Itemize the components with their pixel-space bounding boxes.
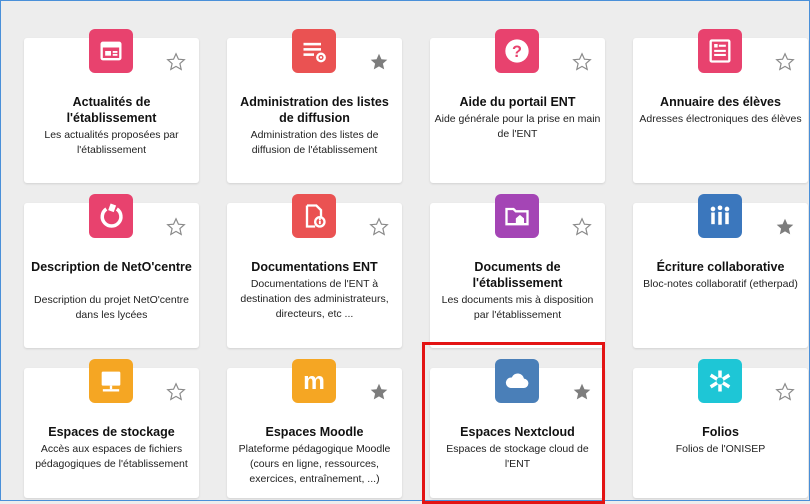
app-title: Aide du portail ENT: [459, 95, 576, 109]
app-card[interactable]: Écriture collaborative Bloc-notes collabo…: [633, 194, 808, 348]
app-card[interactable]: Administration des listes de diffusion Ad…: [227, 29, 402, 183]
favorite-star-icon[interactable]: [775, 382, 795, 402]
cloud-icon: [495, 359, 539, 403]
app-title: Annuaire des élèves: [660, 95, 781, 109]
app-description: Aide générale pour la prise en main de l…: [434, 113, 601, 140]
favorite-star-filled-icon[interactable]: [775, 217, 795, 237]
collaboration-icon: [698, 194, 742, 238]
app-card[interactable]: Documentations ENT Documentations de l'EN…: [227, 194, 402, 348]
app-card[interactable]: Actualités de l'établissement Les actuali…: [24, 29, 199, 183]
favorite-star-filled-icon[interactable]: [572, 382, 592, 402]
folder-home-icon: [495, 194, 539, 238]
app-description: Les documents mis à disposition par l'ét…: [441, 294, 594, 321]
app-title: Actualités de l'établissement: [66, 95, 157, 125]
app-description: Espaces de stockage cloud de l'ENT: [446, 443, 589, 470]
app-card[interactable]: ? Aide du portail ENT Aide générale pour l…: [430, 29, 605, 183]
favorite-star-icon[interactable]: [166, 217, 186, 237]
app-title: Espaces Moodle: [265, 425, 364, 439]
app-description: Plateforme pédagogique Moodle (cours en …: [238, 443, 391, 485]
favorite-star-icon[interactable]: [572, 217, 592, 237]
favorite-star-filled-icon[interactable]: [369, 52, 389, 72]
favorite-star-icon[interactable]: [572, 52, 592, 72]
app-title: Description de NetO'centre: [31, 260, 192, 274]
favorite-star-icon[interactable]: [166, 382, 186, 402]
app-card[interactable]: Espaces de stockage Accès aux espaces de …: [24, 359, 199, 498]
svg-text:?: ?: [512, 43, 522, 61]
app-title: Espaces Nextcloud: [460, 425, 575, 439]
favorite-star-filled-icon[interactable]: [369, 382, 389, 402]
app-title: Espaces de stockage: [48, 425, 175, 439]
moodle-icon: m: [292, 359, 336, 403]
app-card[interactable]: Documents de l'établissement Les document…: [430, 194, 605, 348]
folios-icon: [698, 359, 742, 403]
app-description: Adresses électroniques des élèves: [639, 113, 802, 125]
news-icon: [89, 29, 133, 73]
app-card[interactable]: Folios Folios de l'ONISEP: [633, 359, 808, 498]
app-description: Description du projet NetO'centre dans l…: [34, 294, 189, 321]
app-card[interactable]: Espaces Nextcloud Espaces de stockage clo…: [430, 359, 605, 498]
directory-icon: [698, 29, 742, 73]
app-grid: Actualités de l'établissement Les actuali…: [0, 0, 810, 501]
list-settings-icon: [292, 29, 336, 73]
app-description: Administration des listes de diffusion d…: [250, 129, 379, 156]
app-description: Bloc-notes collaboratif (etherpad): [643, 278, 798, 290]
app-description: Folios de l'ONISEP: [675, 443, 766, 455]
app-title: Documentations ENT: [251, 260, 378, 274]
svg-text:m: m: [303, 368, 325, 395]
app-card[interactable]: Description de NetO'centre Description du…: [24, 194, 199, 348]
app-title: Administration des listes de diffusion: [240, 95, 389, 125]
app-card[interactable]: m Espaces Moodle Plateforme pédagogique Mo…: [227, 359, 402, 498]
favorite-star-icon[interactable]: [775, 52, 795, 72]
app-description: Les actualités proposées par l'établisse…: [44, 129, 179, 156]
documentation-icon: [292, 194, 336, 238]
app-card[interactable]: Annuaire des élèves Adresses électronique…: [633, 29, 808, 183]
app-description: Documentations de l'ENT à destination de…: [240, 278, 389, 320]
storage-icon: [89, 359, 133, 403]
app-title: Folios: [702, 425, 739, 439]
help-icon: ?: [495, 29, 539, 73]
app-description: Accès aux espaces de fichiers pédagogiqu…: [35, 443, 188, 470]
favorite-star-icon[interactable]: [369, 217, 389, 237]
app-title: Documents de l'établissement: [472, 260, 563, 290]
netocentre-icon: [89, 194, 133, 238]
favorite-star-icon[interactable]: [166, 52, 186, 72]
app-title: Écriture collaborative: [656, 260, 785, 274]
